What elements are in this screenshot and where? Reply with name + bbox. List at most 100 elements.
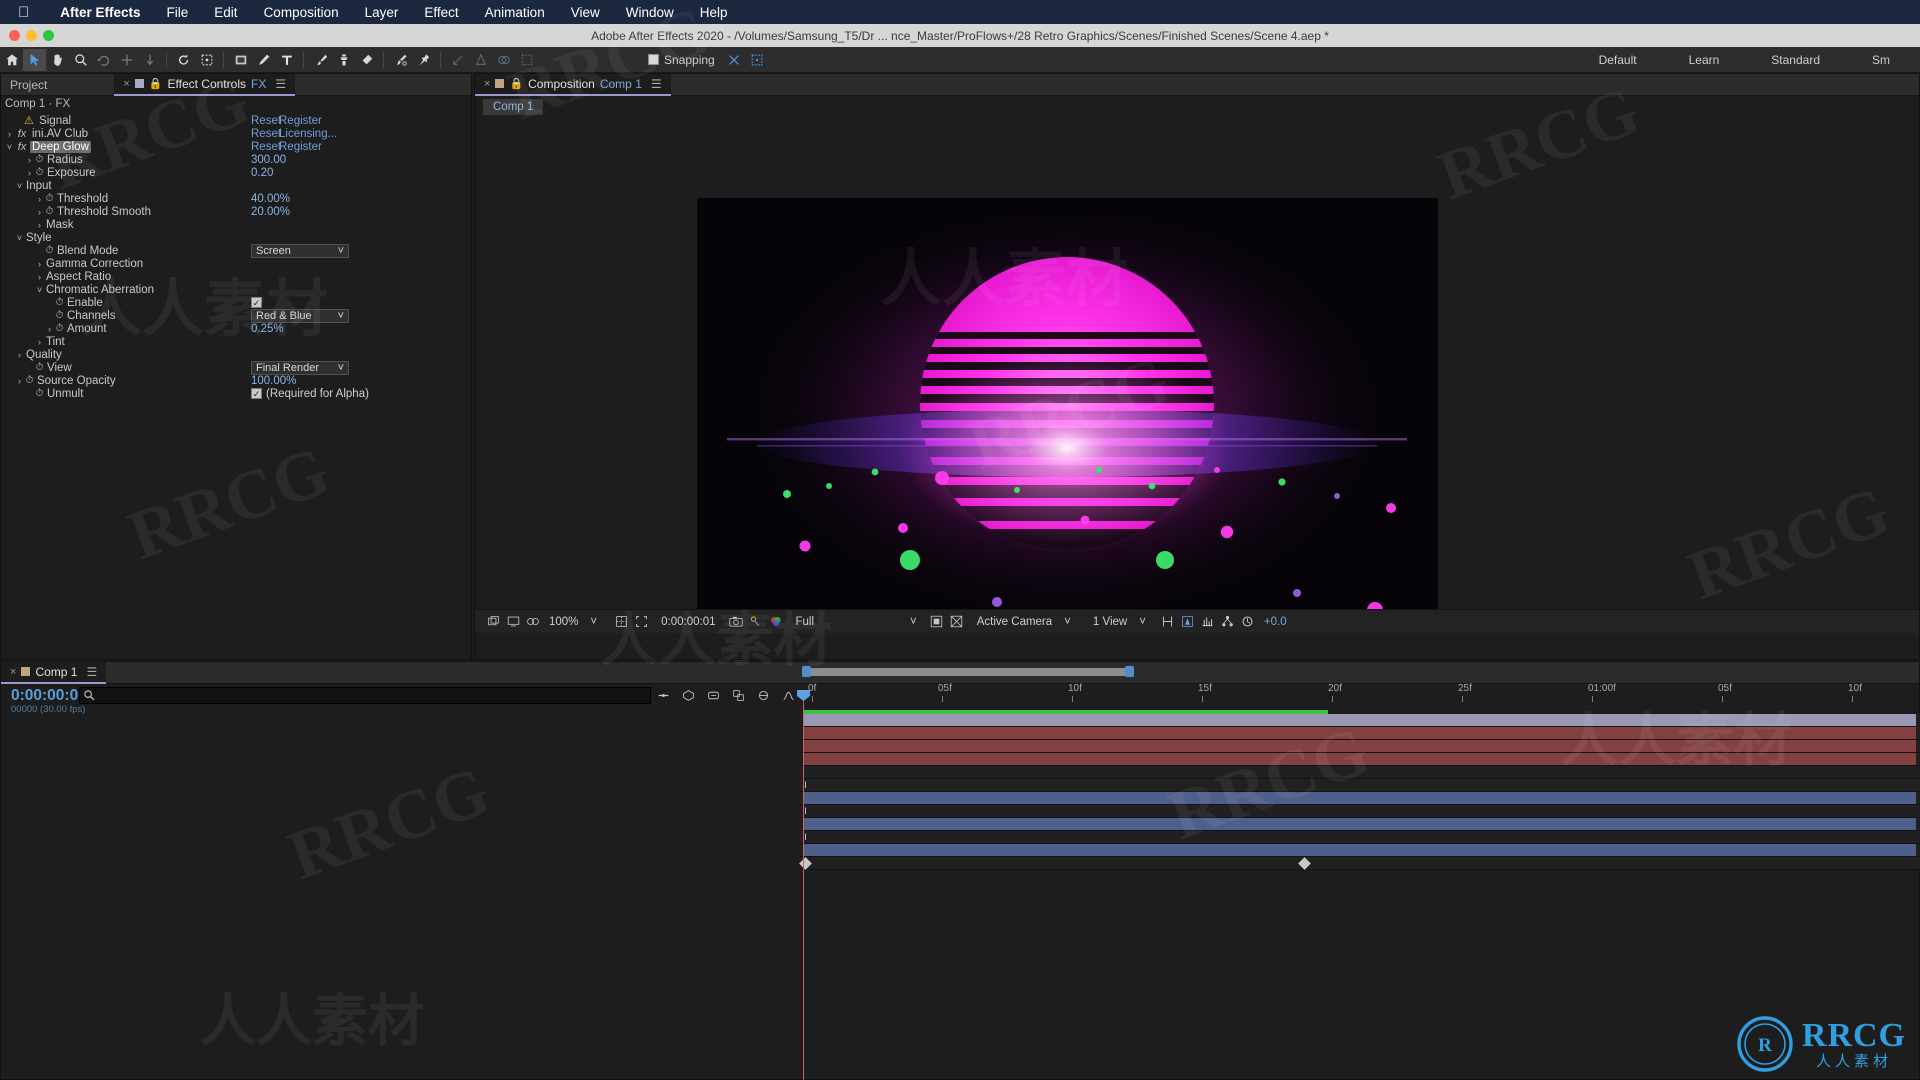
register-link[interactable]: Licensing...: [279, 128, 337, 140]
track-row[interactable]: [800, 727, 1920, 740]
stopwatch-icon[interactable]: ⏱: [54, 323, 65, 334]
main-viewer-icon[interactable]: [503, 612, 523, 632]
hand-tool-icon[interactable]: [46, 49, 69, 71]
zoom-level[interactable]: 100%: [543, 616, 584, 628]
effect-row-blend-mode[interactable]: ⏱ Blend Mode Screen ˅: [1, 243, 471, 258]
twirl-icon[interactable]: ›: [5, 129, 14, 139]
stopwatch-icon[interactable]: ⏱: [44, 193, 55, 204]
twirl-icon[interactable]: ˅: [15, 233, 24, 243]
twirl-icon[interactable]: ›: [35, 207, 44, 217]
motion-blur-icon[interactable]: [751, 686, 776, 705]
effect-row-signal[interactable]: ⚠ Signal Reset Register: [1, 114, 471, 128]
twirl-icon[interactable]: ›: [15, 350, 24, 360]
composition-canvas[interactable]: [697, 198, 1438, 617]
workspace-bar[interactable]: Default Learn Standard Sm: [1573, 53, 1920, 67]
work-area-start-handle[interactable]: [802, 666, 811, 677]
menu-item-help[interactable]: Help: [687, 5, 741, 20]
stopwatch-icon[interactable]: ⏱: [54, 310, 65, 321]
track-row[interactable]: [800, 818, 1920, 831]
twirl-icon[interactable]: ›: [35, 194, 44, 204]
menu-item-edit[interactable]: Edit: [201, 5, 250, 20]
twirl-icon[interactable]: ˅: [5, 142, 14, 152]
menu-item-window[interactable]: Window: [613, 5, 687, 20]
resolution-value[interactable]: Full: [790, 616, 821, 628]
stopwatch-icon[interactable]: ⏱: [34, 167, 45, 178]
track-row[interactable]: I: [800, 805, 1920, 818]
effect-row-quality[interactable]: › Quality: [1, 348, 471, 361]
fx-icon[interactable]: fx: [14, 141, 30, 153]
stereo-3d-icon[interactable]: [523, 612, 543, 632]
effect-row-threshold[interactable]: › ⏱ Threshold 40.00%: [1, 192, 471, 205]
rotate-tool-icon[interactable]: [172, 49, 195, 71]
twirl-icon[interactable]: ›: [45, 324, 54, 334]
twirl-icon[interactable]: ›: [15, 376, 24, 386]
stopwatch-icon[interactable]: ⏱: [44, 206, 55, 217]
tab-close-icon[interactable]: ×: [10, 666, 16, 678]
effect-row-unmult[interactable]: ⏱ Unmult ✓ (Required for Alpha): [1, 387, 471, 400]
tools-toolbar[interactable]: Snapping Default Learn Standard Sm: [0, 47, 1920, 73]
region-of-interest-icon[interactable]: [631, 612, 651, 632]
panel-menu-icon[interactable]: ☰: [275, 77, 286, 91]
always-preview-icon[interactable]: [483, 612, 503, 632]
fx-icon[interactable]: fx: [14, 128, 30, 140]
keyframe-marker[interactable]: [799, 857, 812, 870]
mask-feather-tool-icon[interactable]: [446, 49, 469, 71]
timeline-track-bars[interactable]: III: [799, 714, 1920, 870]
zoom-dropdown-icon[interactable]: ˅: [584, 616, 603, 628]
apple-icon[interactable]: : [18, 4, 29, 21]
track-row[interactable]: [800, 766, 1920, 779]
work-area-bar[interactable]: [806, 668, 1128, 676]
workspace-standard[interactable]: Standard: [1745, 53, 1846, 67]
effect-row-value[interactable]: 0.20: [251, 167, 273, 179]
resolution-dropdown-icon[interactable]: ˅: [904, 616, 923, 628]
keyframe-marker[interactable]: [1298, 857, 1311, 870]
twirl-icon[interactable]: ›: [25, 168, 34, 178]
tab-close-icon[interactable]: ×: [123, 78, 129, 90]
pan-behind-tool-icon[interactable]: [115, 49, 138, 71]
comp-chip[interactable]: Comp 1: [483, 99, 544, 115]
stopwatch-icon[interactable]: ⏱: [34, 388, 45, 399]
register-link[interactable]: Register: [279, 141, 322, 153]
stopwatch-icon[interactable]: ⏱: [24, 375, 35, 386]
track-row[interactable]: [800, 740, 1920, 753]
search-icon[interactable]: [79, 687, 99, 704]
choose-grid-icon[interactable]: [611, 612, 631, 632]
effect-row-value[interactable]: 100.00%: [251, 375, 296, 387]
snapshot-icon[interactable]: [726, 612, 746, 632]
roto-brush-tool-icon[interactable]: [389, 49, 412, 71]
puppet-bend-tool-icon[interactable]: [515, 49, 538, 71]
effect-row-mask[interactable]: › Mask: [1, 218, 471, 231]
effect-row-tint[interactable]: › Tint: [1, 335, 471, 348]
track-row[interactable]: [800, 792, 1920, 805]
menu-item-effect[interactable]: Effect: [411, 5, 471, 20]
effect-row-dropdown[interactable]: Screen ˅: [251, 243, 349, 258]
tab-close-icon[interactable]: ×: [484, 78, 490, 90]
timeline-ruler[interactable]: 0f05f10f15f20f25f01:00f05f10f15f: [800, 661, 1920, 702]
twirl-icon[interactable]: ›: [25, 155, 34, 165]
layer-duration-bar[interactable]: [804, 818, 1916, 830]
exposure-reset-icon[interactable]: [1238, 612, 1258, 632]
reset-link[interactable]: Reset: [251, 128, 281, 140]
menu-item-composition[interactable]: Composition: [251, 5, 352, 20]
effect-row-ini-av-club[interactable]: › fx ini.AV Club Reset Licensing...: [1, 127, 471, 140]
exposure-value[interactable]: +0.0: [1258, 616, 1293, 628]
camera-dropdown-icon[interactable]: ˅: [1058, 616, 1077, 628]
zoom-tool-icon[interactable]: [69, 49, 92, 71]
effect-row-value[interactable]: 20.00%: [251, 206, 290, 218]
effect-row-checkbox[interactable]: ✓: [251, 388, 262, 399]
composition-mini-flowchart-icon[interactable]: [651, 686, 676, 705]
reset-link[interactable]: Reset: [251, 115, 281, 127]
effect-row-deep-glow[interactable]: ˅ fx Deep Glow Reset Register: [1, 140, 471, 153]
layer-duration-bar[interactable]: [804, 753, 1916, 765]
snapping-checkbox[interactable]: [648, 54, 659, 65]
text-tool-icon[interactable]: [275, 49, 298, 71]
show-snapshot-icon[interactable]: [746, 612, 766, 632]
effect-row-aspect-ratio[interactable]: › Aspect Ratio: [1, 270, 471, 283]
grid-snap-icon[interactable]: [746, 49, 769, 71]
current-time-display[interactable]: 0:00:00:00: [11, 687, 87, 705]
toggle-transparency-grid-icon[interactable]: [927, 612, 947, 632]
track-row[interactable]: [800, 753, 1920, 766]
effect-row-exposure[interactable]: › ⏱ Exposure 0.20: [1, 166, 471, 179]
tab-composition[interactable]: × 🔒 Composition Comp 1 ☰: [475, 73, 671, 96]
layer-duration-bar[interactable]: [804, 792, 1916, 804]
